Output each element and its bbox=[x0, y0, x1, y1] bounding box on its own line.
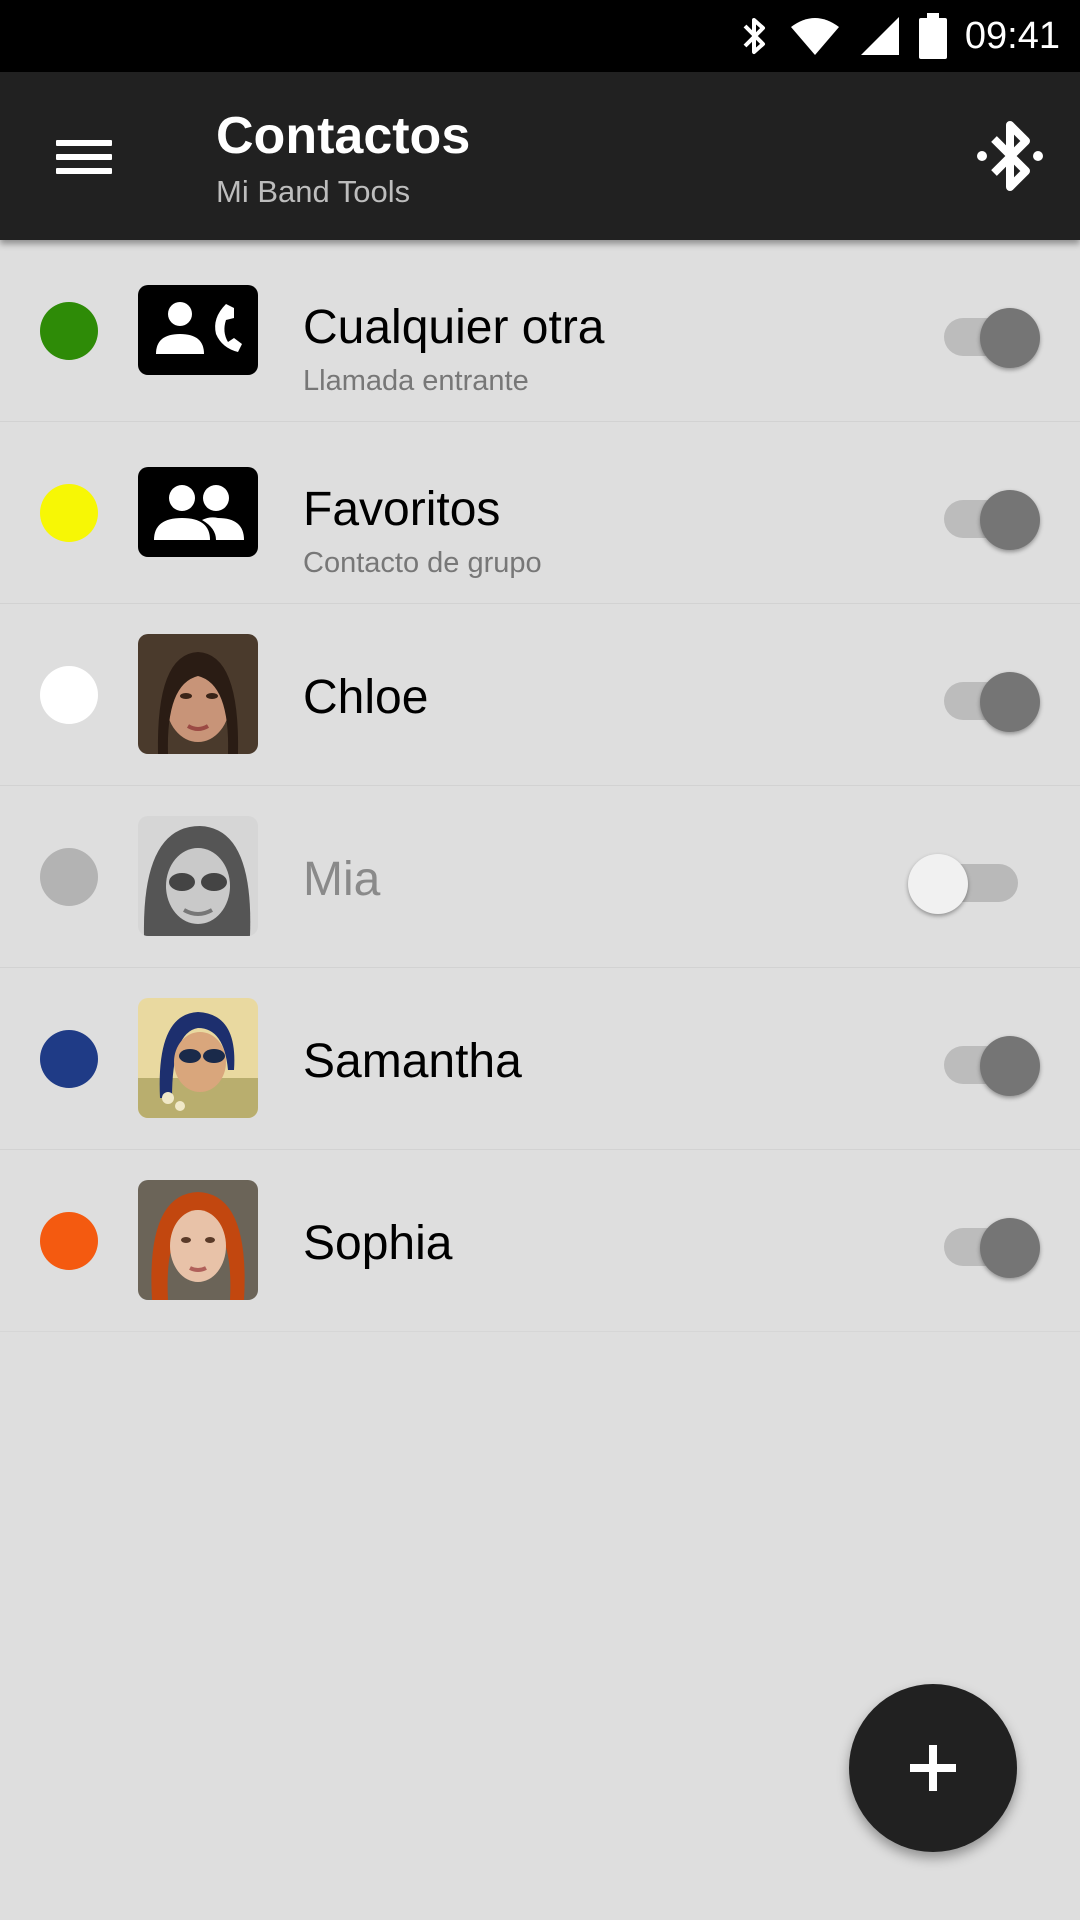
contact-name: Mia bbox=[303, 853, 381, 906]
avatar bbox=[138, 816, 258, 936]
incoming-call-icon bbox=[138, 285, 258, 375]
contact-name: Chloe bbox=[303, 671, 429, 724]
bluetooth-search-icon[interactable] bbox=[960, 106, 1060, 206]
enable-toggle[interactable] bbox=[908, 846, 1022, 914]
contact-row-mia[interactable]: Mia bbox=[0, 786, 1080, 968]
page-title: Contactos bbox=[216, 107, 471, 165]
contact-row-chloe[interactable]: Chloe bbox=[0, 604, 1080, 786]
contact-row-cualquier-otra[interactable]: Cualquier otra Llamada entrante bbox=[0, 240, 1080, 422]
bluetooth-icon bbox=[743, 18, 765, 54]
contact-row-samantha[interactable]: Samantha bbox=[0, 968, 1080, 1150]
avatar bbox=[138, 634, 258, 754]
contact-name: Sophia bbox=[303, 1217, 453, 1270]
wifi-icon bbox=[790, 18, 839, 55]
color-dot[interactable] bbox=[40, 666, 98, 724]
contact-row-sophia[interactable]: Sophia bbox=[0, 1150, 1080, 1332]
enable-toggle[interactable] bbox=[940, 664, 1040, 732]
contacts-list: Cualquier otra Llamada entrante Favorito… bbox=[0, 240, 1080, 1332]
avatar bbox=[138, 1180, 258, 1300]
app-bar: Contactos Mi Band Tools bbox=[0, 72, 1080, 240]
contact-name: Samantha bbox=[303, 1035, 522, 1088]
menu-icon[interactable] bbox=[40, 122, 130, 192]
group-icon bbox=[138, 467, 258, 557]
enable-toggle[interactable] bbox=[940, 1210, 1040, 1278]
enable-toggle[interactable] bbox=[940, 300, 1040, 368]
color-dot[interactable] bbox=[40, 302, 98, 360]
page-subtitle: Mi Band Tools bbox=[216, 174, 411, 209]
status-bar: 09:41 bbox=[0, 0, 1080, 72]
color-dot[interactable] bbox=[40, 848, 98, 906]
contact-subtitle: Contacto de grupo bbox=[303, 547, 542, 579]
add-contact-button[interactable] bbox=[849, 1684, 1017, 1852]
contact-row-favoritos[interactable]: Favoritos Contacto de grupo bbox=[0, 422, 1080, 604]
color-dot[interactable] bbox=[40, 1030, 98, 1088]
enable-toggle[interactable] bbox=[940, 1028, 1040, 1096]
clock: 09:41 bbox=[964, 14, 1060, 57]
avatar bbox=[138, 998, 258, 1118]
plus-icon bbox=[910, 1745, 956, 1791]
color-dot[interactable] bbox=[40, 1212, 98, 1270]
color-dot[interactable] bbox=[40, 484, 98, 542]
enable-toggle[interactable] bbox=[940, 482, 1040, 550]
contact-subtitle: Llamada entrante bbox=[303, 365, 529, 397]
battery-icon bbox=[918, 13, 947, 59]
contact-name: Favoritos bbox=[303, 483, 501, 536]
contact-name: Cualquier otra bbox=[303, 301, 605, 354]
signal-icon bbox=[860, 17, 899, 55]
